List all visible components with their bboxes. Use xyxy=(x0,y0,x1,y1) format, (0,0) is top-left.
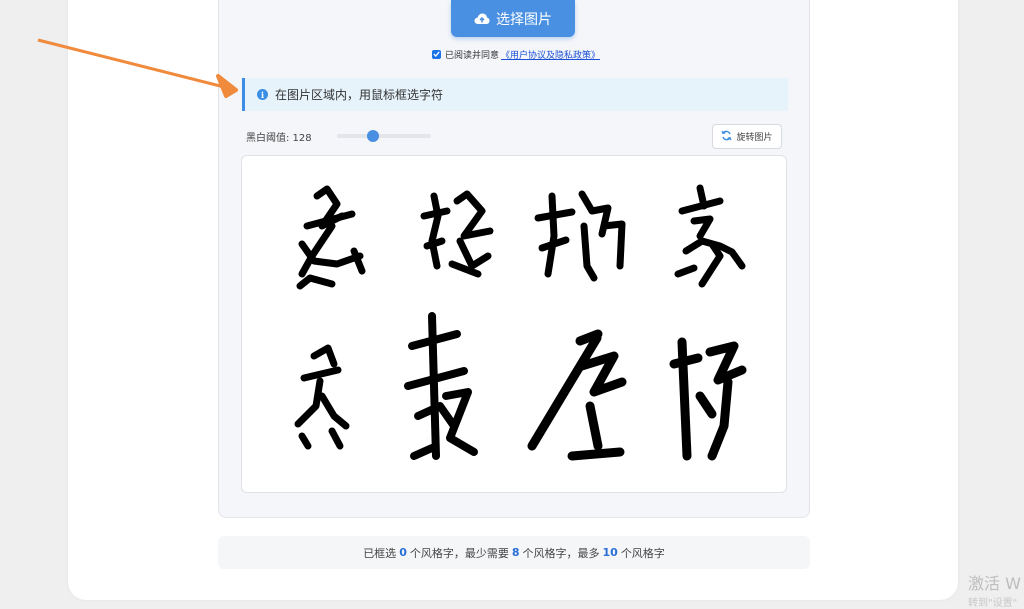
annotation-arrow-icon xyxy=(37,38,238,98)
activation-watermark: 激活 W xyxy=(968,574,1021,593)
